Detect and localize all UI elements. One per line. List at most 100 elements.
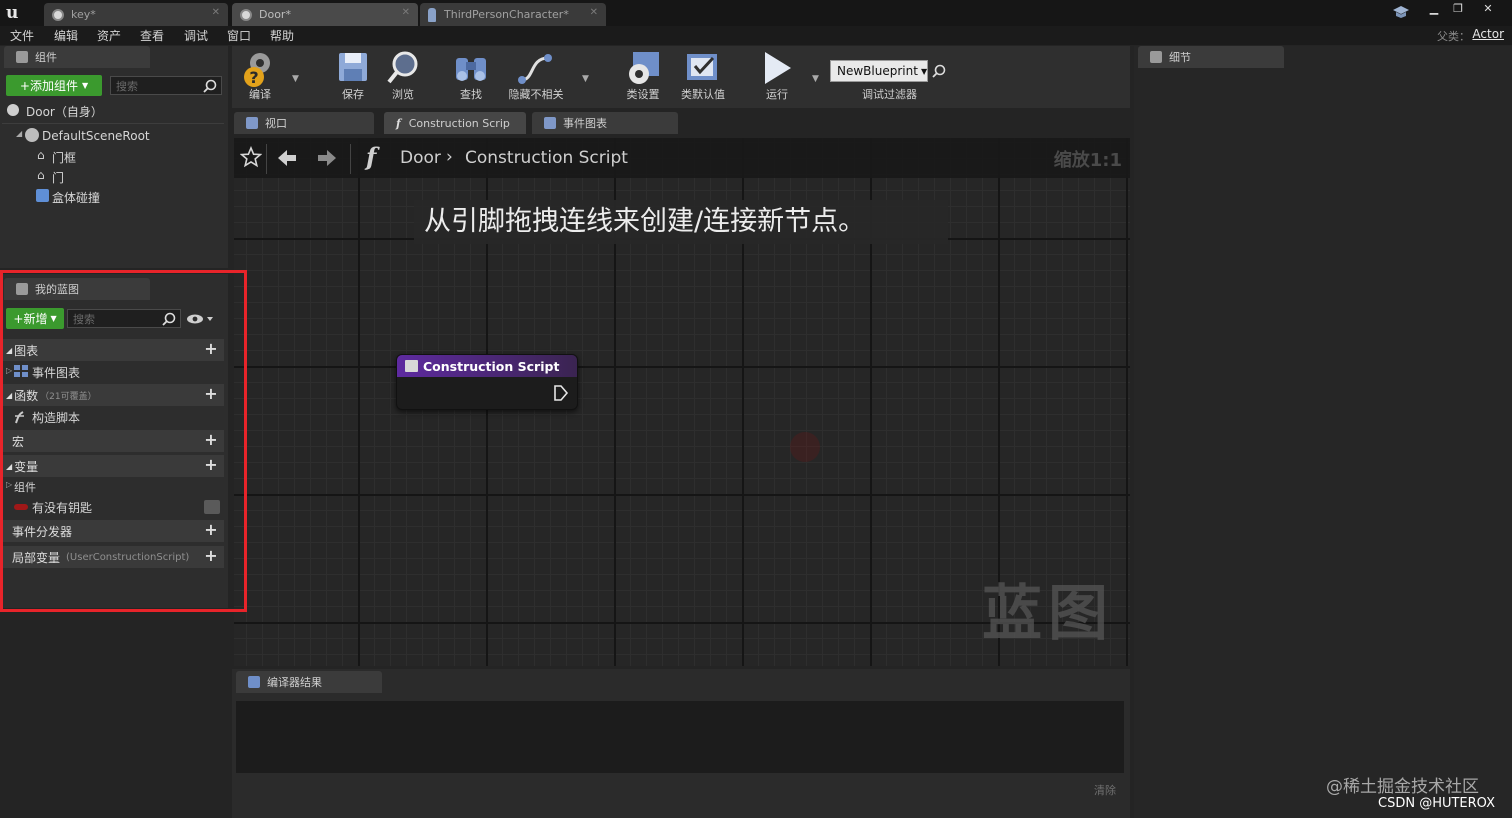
list-item-event-graph[interactable]: ▷ 事件图表: [2, 361, 224, 383]
add-graph-button[interactable]: +: [204, 341, 218, 357]
minimize-button[interactable]: ▁: [1424, 2, 1444, 16]
forward-arrow-icon[interactable]: [316, 148, 338, 171]
menu-view[interactable]: 查看: [140, 27, 164, 44]
close-window-button[interactable]: ✕: [1478, 2, 1498, 16]
button-label: 类默认值: [681, 88, 725, 101]
static-mesh-icon: ⌂: [37, 148, 45, 162]
star-icon[interactable]: [239, 145, 263, 171]
search-icon: [203, 79, 217, 93]
close-icon[interactable]: ✕: [590, 7, 598, 18]
event-graph-icon: [544, 117, 556, 129]
components-search-input[interactable]: 搜索: [110, 76, 222, 95]
save-button[interactable]: 保存: [326, 46, 380, 106]
menu-edit[interactable]: 编辑: [54, 27, 78, 44]
add-local-variable-button[interactable]: +: [204, 548, 218, 564]
tree-item-label: 门框: [52, 151, 77, 165]
variable-has-key[interactable]: 有没有钥匙: [2, 496, 224, 518]
menu-help[interactable]: 帮助: [270, 27, 294, 44]
item-label: 构造脚本: [32, 411, 81, 425]
chevron-down-icon: ▼: [50, 314, 57, 323]
maximize-button[interactable]: ❐: [1448, 2, 1468, 16]
tab-construction-script[interactable]: f Construction Scrip: [384, 112, 526, 134]
doc-tab-door[interactable]: Door* ✕: [232, 3, 418, 26]
details-tab[interactable]: 细节: [1138, 46, 1284, 68]
components-panel-tab[interactable]: 组件: [4, 46, 150, 68]
find-button[interactable]: 查找: [446, 46, 496, 106]
blueprint-icon: [52, 8, 64, 21]
category-label: 变量: [14, 459, 39, 474]
tab-label: 我的蓝图: [35, 283, 79, 296]
menu-debug[interactable]: 调试: [184, 27, 208, 44]
category-graphs[interactable]: ◢ 图表 +: [2, 339, 224, 361]
add-component-button[interactable]: +添加组件 ▼: [6, 75, 102, 96]
category-event-dispatchers[interactable]: 事件分发器 +: [2, 520, 224, 542]
clear-button[interactable]: 清除: [1094, 782, 1116, 798]
menu-asset[interactable]: 资产: [97, 27, 121, 44]
editor-tab-strip: 视口 f Construction Scrip 事件图表: [232, 110, 1130, 136]
tree-item-default-scene-root[interactable]: ◢ DefaultSceneRoot: [0, 126, 228, 146]
add-variable-button[interactable]: +: [204, 457, 218, 473]
close-icon[interactable]: ✕: [212, 7, 220, 18]
parent-class-link[interactable]: Actor: [1472, 27, 1504, 41]
tree-item-door-frame[interactable]: ⌂ 门框: [0, 146, 228, 166]
tab-viewport[interactable]: 视口: [234, 112, 374, 134]
overridable-count: （21可覆盖）: [40, 391, 97, 402]
doc-tab-third-person-character[interactable]: ThirdPersonCharacter* ✕: [420, 3, 606, 26]
back-arrow-icon[interactable]: [276, 148, 298, 171]
compiler-results-tab[interactable]: 编译器结果: [236, 671, 382, 693]
hide-unrelated-button[interactable]: 隐藏不相关: [500, 46, 572, 106]
add-new-button[interactable]: +新增 ▼: [6, 308, 64, 329]
breadcrumb-separator-icon: ›: [446, 147, 453, 167]
hide-unrelated-icon: [518, 54, 552, 84]
add-macro-button[interactable]: +: [204, 432, 218, 448]
graph-canvas[interactable]: f Door › Construction Script 缩放1:1 从引脚拖拽…: [234, 138, 1130, 666]
parent-class-label: 父类：: [1437, 30, 1470, 43]
view-options-button[interactable]: [186, 312, 218, 326]
construction-script-node[interactable]: Construction Script: [396, 354, 578, 410]
collapse-arrow-icon: ▷: [6, 366, 13, 375]
category-functions[interactable]: ◢ 函数 （21可覆盖） +: [2, 384, 224, 406]
category-variables[interactable]: ◢ 变量 +: [2, 455, 224, 477]
menu-window[interactable]: 窗口: [227, 27, 251, 44]
hide-unrelated-dropdown[interactable]: ▼: [582, 74, 589, 84]
tab-event-graph[interactable]: 事件图表: [532, 112, 678, 134]
play-button[interactable]: 运行: [750, 46, 804, 106]
doc-tab-key[interactable]: key* ✕: [44, 3, 228, 26]
boolean-type-icon: [14, 504, 28, 510]
menu-file[interactable]: 文件: [10, 27, 34, 44]
my-blueprint-tab[interactable]: 我的蓝图: [4, 278, 150, 300]
debug-object-select[interactable]: NewBlueprint ▼: [830, 60, 928, 82]
debug-filter-search-icon[interactable]: [932, 64, 946, 81]
play-options-dropdown[interactable]: ▼: [812, 74, 819, 84]
compile-options-dropdown[interactable]: ▼: [292, 74, 299, 84]
category-label: 图表: [14, 343, 39, 358]
self-row[interactable]: Door（自身）: [0, 100, 228, 122]
browse-button[interactable]: 浏览: [378, 46, 428, 106]
visibility-toggle-icon[interactable]: [204, 500, 220, 514]
category-local-variables[interactable]: 局部变量 (UserConstructionScript) +: [2, 546, 224, 568]
tree-item-door[interactable]: ⌂ 门: [0, 166, 228, 186]
add-event-dispatcher-button[interactable]: +: [204, 522, 218, 538]
subcategory-components[interactable]: ▷ 组件: [2, 477, 224, 495]
class-settings-button[interactable]: 类设置: [616, 46, 670, 106]
list-item-construction-script[interactable]: 构造脚本: [2, 406, 224, 428]
compile-button[interactable]: ? 编译: [234, 46, 286, 106]
unreal-logo-icon[interactable]: u: [6, 3, 28, 23]
expand-arrow-icon: ◢: [6, 461, 13, 471]
my-blueprint-search-input[interactable]: 搜索: [67, 309, 181, 328]
button-label: +新增: [13, 312, 48, 326]
class-defaults-button[interactable]: 类默认值: [674, 46, 732, 106]
exec-pin-output[interactable]: [553, 384, 569, 405]
button-label: 类设置: [626, 88, 660, 101]
category-macros[interactable]: 宏 +: [2, 430, 224, 452]
compiler-results-panel: 编译器结果 清除: [232, 669, 1130, 818]
close-icon[interactable]: ✕: [402, 7, 410, 18]
collapse-arrow-icon: ▷: [6, 480, 13, 489]
tree-item-label: DefaultSceneRoot: [42, 129, 150, 143]
graduation-cap-icon[interactable]: [1392, 4, 1410, 23]
menu-bar: 文件 编辑 资产 查看 调试 窗口 帮助 父类： Actor: [0, 26, 1512, 45]
breadcrumb-root[interactable]: Door: [400, 148, 441, 168]
item-label: 组件: [14, 481, 36, 494]
add-function-button[interactable]: +: [204, 386, 218, 402]
tree-item-box-collision[interactable]: 盒体碰撞: [0, 186, 228, 206]
